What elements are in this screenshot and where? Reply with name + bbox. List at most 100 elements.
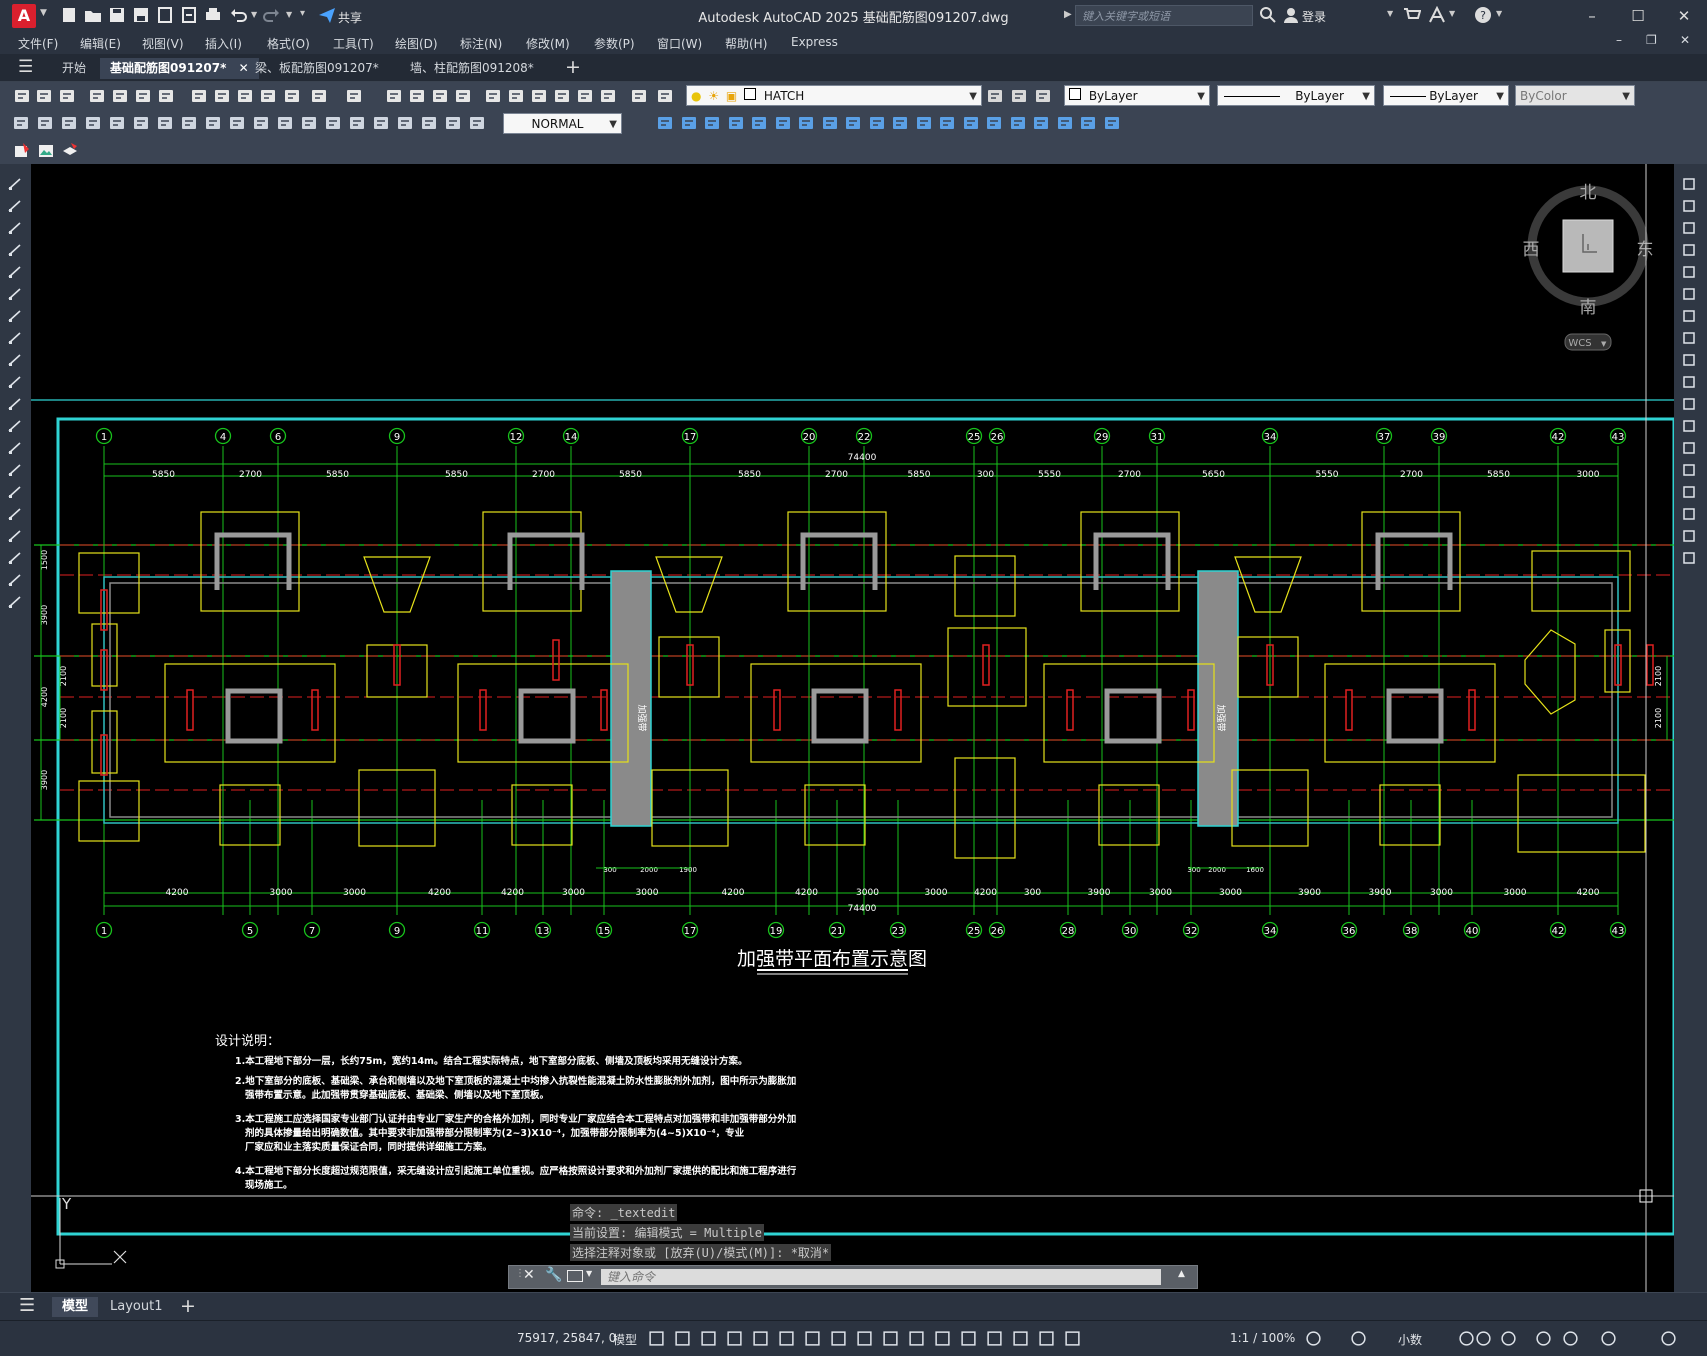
save-web-icon[interactable]	[180, 6, 198, 24]
tolerance-icon[interactable]	[324, 114, 342, 132]
ucs-previous-icon[interactable]	[703, 114, 721, 132]
login-label[interactable]: 登录	[1302, 8, 1326, 25]
plot-icon[interactable]	[88, 87, 106, 105]
ucs-y-icon[interactable]	[891, 114, 909, 132]
menu-insert[interactable]: 插入(I)	[205, 35, 242, 52]
drawing-canvas[interactable]: 1 4 6 9 12 14 17 20 22 25 26 29 31 34 37 39 42 43 1 5 7 9 11 1…	[31, 164, 1674, 1292]
view-top-icon[interactable]	[1009, 114, 1027, 132]
blend-curves-icon[interactable]	[1681, 528, 1697, 544]
multiline-text-icon[interactable]	[7, 572, 23, 588]
app-menu-arrow-icon[interactable]: ▼	[40, 8, 47, 18]
fillet-icon[interactable]	[1681, 506, 1697, 522]
3d-print-icon[interactable]	[157, 87, 175, 105]
ortho-icon[interactable]	[726, 1330, 743, 1347]
snap-icon[interactable]	[674, 1330, 691, 1347]
rectangle-icon[interactable]	[7, 264, 23, 280]
quick-properties-icon[interactable]	[1475, 1330, 1492, 1347]
block-editor-icon[interactable]	[283, 87, 301, 105]
view-bottom-icon[interactable]	[1032, 114, 1050, 132]
layer-state-icon[interactable]	[1034, 87, 1052, 105]
arc-length-icon[interactable]	[60, 114, 78, 132]
customization-icon[interactable]	[1660, 1330, 1677, 1347]
doc-restore-button[interactable]: ❐	[1646, 33, 1657, 47]
grid-icon[interactable]	[648, 1330, 665, 1347]
copy-object-icon[interactable]	[1681, 198, 1697, 214]
properties-icon[interactable]	[484, 87, 502, 105]
zoom-realtime-icon[interactable]	[408, 87, 426, 105]
compass-east[interactable]: 东	[1637, 240, 1654, 260]
autodesk-app-icon[interactable]	[1428, 6, 1446, 24]
line-icon[interactable]	[7, 176, 23, 192]
make-block-icon[interactable]	[7, 440, 23, 456]
ucs-origin-icon[interactable]	[797, 114, 815, 132]
maximize-button[interactable]: ☐	[1615, 0, 1661, 32]
spline-icon[interactable]	[7, 352, 23, 368]
customize-wrench-icon[interactable]: 🔧	[545, 1267, 562, 1283]
quickcalc-icon[interactable]	[599, 87, 617, 105]
units-label[interactable]: 小数	[1398, 1331, 1422, 1348]
ucs-zaxis-icon[interactable]	[821, 114, 839, 132]
copy-icon[interactable]	[213, 87, 231, 105]
menu-help[interactable]: 帮助(H)	[725, 35, 767, 52]
scale-icon[interactable]	[1681, 330, 1697, 346]
compass-north[interactable]: 北	[1580, 183, 1597, 203]
model-space-toggle[interactable]: 模型	[613, 1331, 637, 1348]
aligned-dim-icon[interactable]	[36, 114, 54, 132]
zoom-window-icon[interactable]	[431, 87, 449, 105]
add-layout-icon[interactable]: +	[180, 1295, 196, 1317]
redo-icon[interactable]	[345, 87, 363, 105]
ucs-face-icon[interactable]	[727, 114, 745, 132]
extend-icon[interactable]	[1681, 396, 1697, 412]
chevron-right-icon[interactable]: ▶	[1064, 9, 1072, 20]
linear-dim-icon[interactable]	[12, 114, 30, 132]
menu-tools[interactable]: 工具(T)	[333, 35, 374, 52]
help-dropdown-icon[interactable]: ▼	[1496, 9, 1502, 18]
ucs-object-icon[interactable]	[750, 114, 768, 132]
inspection-icon[interactable]	[372, 114, 390, 132]
redo-dropdown-icon[interactable]: ▼	[286, 10, 292, 19]
sheet-set-icon[interactable]	[553, 87, 571, 105]
close-button[interactable]: ✕	[1661, 0, 1707, 32]
baseline-icon[interactable]	[228, 114, 246, 132]
view-front-icon[interactable]	[1103, 114, 1121, 132]
menu-view[interactable]: 视图(V)	[142, 35, 184, 52]
move-icon[interactable]	[1681, 286, 1697, 302]
help-search-input[interactable]: 键入关键字或短语	[1075, 5, 1253, 26]
selection-filter-icon[interactable]	[986, 1330, 1003, 1347]
command-input[interactable]	[601, 1269, 1161, 1285]
design-center-icon[interactable]	[507, 87, 525, 105]
lineweight-dropdown[interactable]: ByLayer ▼	[1383, 85, 1509, 106]
open-icon[interactable]	[35, 87, 53, 105]
isodraft-icon[interactable]	[778, 1330, 795, 1347]
polygon-icon[interactable]	[7, 242, 23, 258]
construction-line-icon[interactable]	[7, 198, 23, 214]
join-icon[interactable]	[1681, 462, 1697, 478]
layer-previous-icon[interactable]	[1010, 87, 1028, 105]
login-dropdown-icon[interactable]: ▼	[1387, 9, 1393, 18]
dim-update-icon[interactable]	[468, 114, 486, 132]
hatch-icon[interactable]	[7, 484, 23, 500]
cart-icon[interactable]	[1403, 6, 1421, 24]
dim-text-edit-icon[interactable]	[444, 114, 462, 132]
clean-screen-icon[interactable]	[1600, 1330, 1617, 1347]
zoom-previous-icon[interactable]	[454, 87, 472, 105]
make-current-layer-icon[interactable]	[986, 87, 1004, 105]
open-web-icon[interactable]	[156, 6, 174, 24]
named-ucs-icon[interactable]	[962, 114, 980, 132]
ucs-settings-icon[interactable]	[985, 114, 1003, 132]
viewcube[interactable]: 北 南 东 西 WCS ▼	[1523, 183, 1654, 351]
menu-window[interactable]: 窗口(W)	[657, 35, 702, 52]
tab-wall-column-drawing[interactable]: 墙、柱配筋图091208*	[400, 58, 544, 79]
recent-dropdown-icon[interactable]: ▼	[586, 1269, 592, 1278]
osnap-tracking-icon[interactable]	[804, 1330, 821, 1347]
share-icon[interactable]	[318, 6, 336, 24]
trim-icon[interactable]	[1681, 374, 1697, 390]
expand-history-icon[interactable]: ▲	[1178, 1269, 1185, 1279]
break-icon[interactable]	[1681, 440, 1697, 456]
color-dropdown[interactable]: ByLayer ▼	[1064, 85, 1210, 106]
autocad-logo-icon[interactable]: A	[12, 4, 36, 28]
erase-icon[interactable]	[1681, 176, 1697, 192]
plotstyle-dropdown[interactable]: ByColor ▼	[1515, 85, 1635, 106]
menu-edit[interactable]: 编辑(E)	[80, 35, 121, 52]
menu-express[interactable]: Express	[791, 35, 838, 49]
